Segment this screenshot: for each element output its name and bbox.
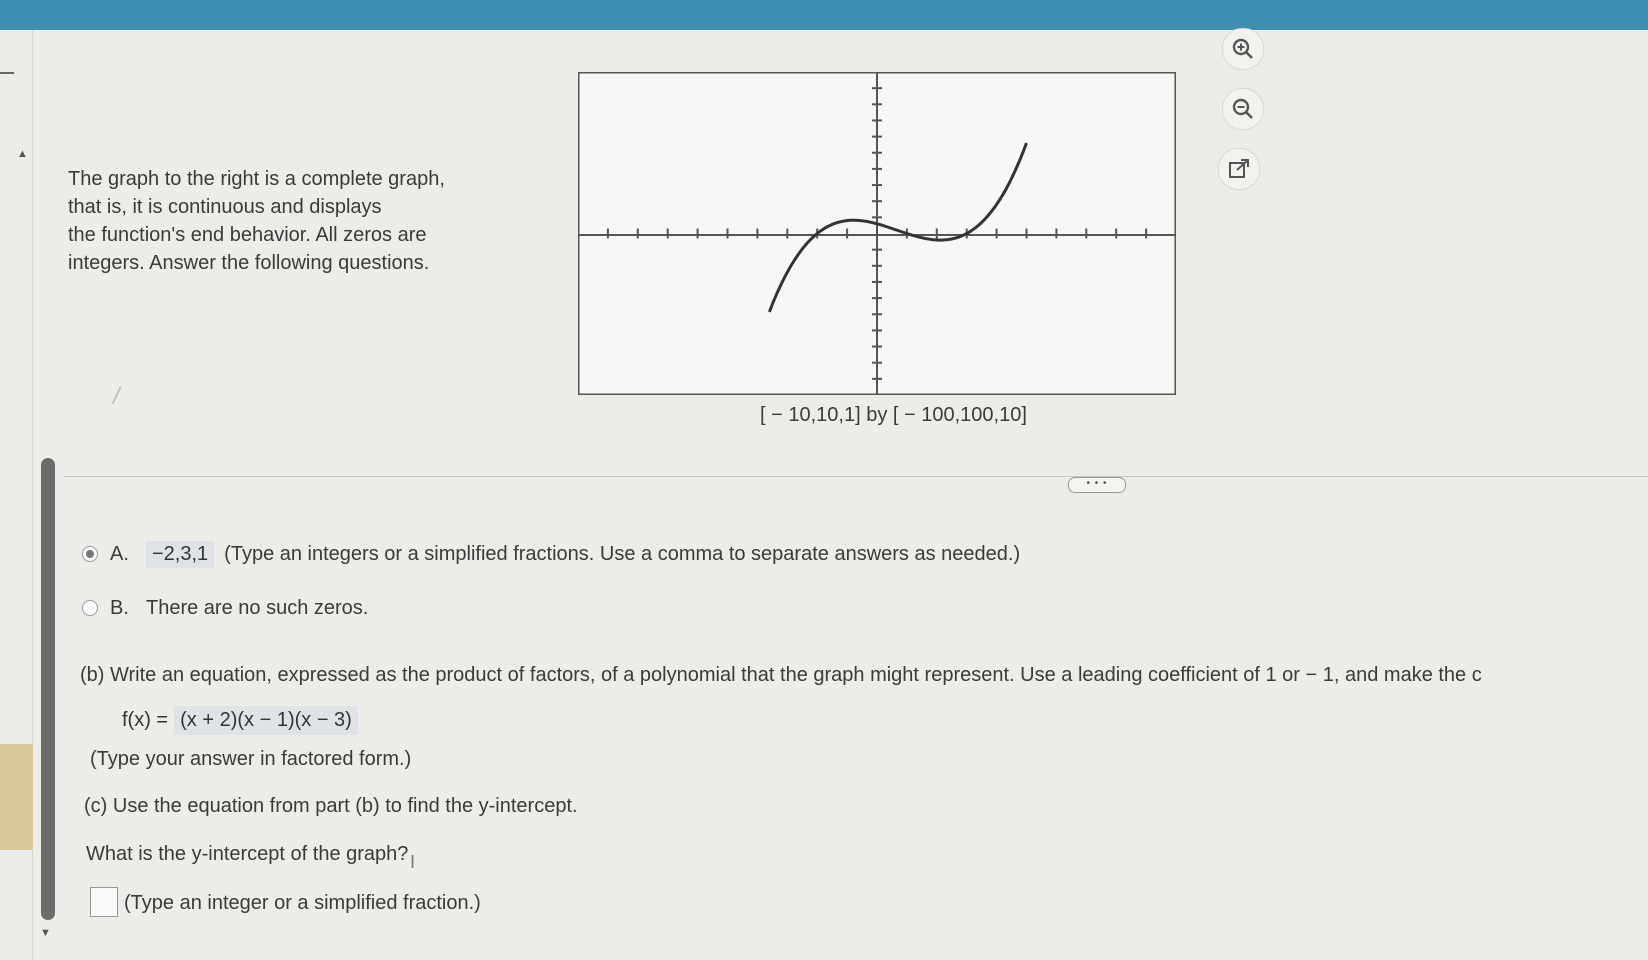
problem-intro: The graph to the right is a complete gra… [68,165,508,277]
part-c-prompt: (c) Use the equation from part (b) to fi… [84,795,578,817]
y-intercept-input[interactable] [90,887,118,917]
part-c-question: What is the y-intercept of the graph? [86,843,409,865]
stray-mark: / [113,383,120,410]
more-button[interactable]: • • • [1068,477,1126,493]
zeros-answer-field[interactable]: −2,3,1 [146,540,215,568]
side-highlight [0,744,33,850]
option-b-text: There are no such zeros. [146,596,369,619]
option-a-instruction: (Type an integers or a simplified fracti… [224,542,1021,565]
intro-line: The graph to the right is a complete gra… [68,168,445,190]
zoom-out-button[interactable] [1222,88,1264,130]
equation-answer-field[interactable]: (x + 2)(x − 1)(x − 3) [174,706,358,735]
option-a-row[interactable]: A. −2,3,1 (Type an integers or a simplif… [82,538,1020,570]
graph-window-caption: [ − 10,10,1] by [ − 100,100,10] [760,404,1027,426]
scroll-up-icon[interactable]: ▲ [17,148,28,160]
zoom-out-icon [1232,98,1253,119]
zoom-in-icon [1232,38,1253,59]
option-a-radio[interactable] [82,546,98,562]
option-b-row[interactable]: B. There are no such zeros. [82,592,368,624]
part-c-note: (Type an integer or a simplified fractio… [124,892,481,914]
option-b-letter: B. [110,596,129,619]
option-b-radio[interactable] [82,600,98,616]
intro-line: that is, it is continuous and displays [68,196,382,218]
intro-line: the function's end behavior. All zeros a… [68,224,427,246]
function-graph [576,70,1178,397]
graph-svg [576,70,1178,397]
part-b-prompt: (b) Write an equation, expressed as the … [80,664,1482,686]
external-link-icon [1229,159,1249,178]
text-cursor-icon: I [410,852,416,872]
scroll-down-icon[interactable]: ▼ [40,927,51,939]
section-divider [64,476,1648,477]
equation-row: f(x) = (x + 2)(x − 1)(x − 3) [122,706,358,735]
option-a-letter: A. [110,542,129,565]
scrollbar-thumb[interactable] [41,458,55,920]
intro-line: integers. Answer the following questions… [68,252,430,274]
part-b-note: (Type your answer in factored form.) [90,748,412,770]
top-bar [0,0,1648,30]
collapse-handle[interactable] [0,72,14,74]
equation-label: f(x) = [122,709,169,731]
zoom-in-button[interactable] [1222,28,1264,70]
popout-button[interactable] [1218,148,1260,190]
